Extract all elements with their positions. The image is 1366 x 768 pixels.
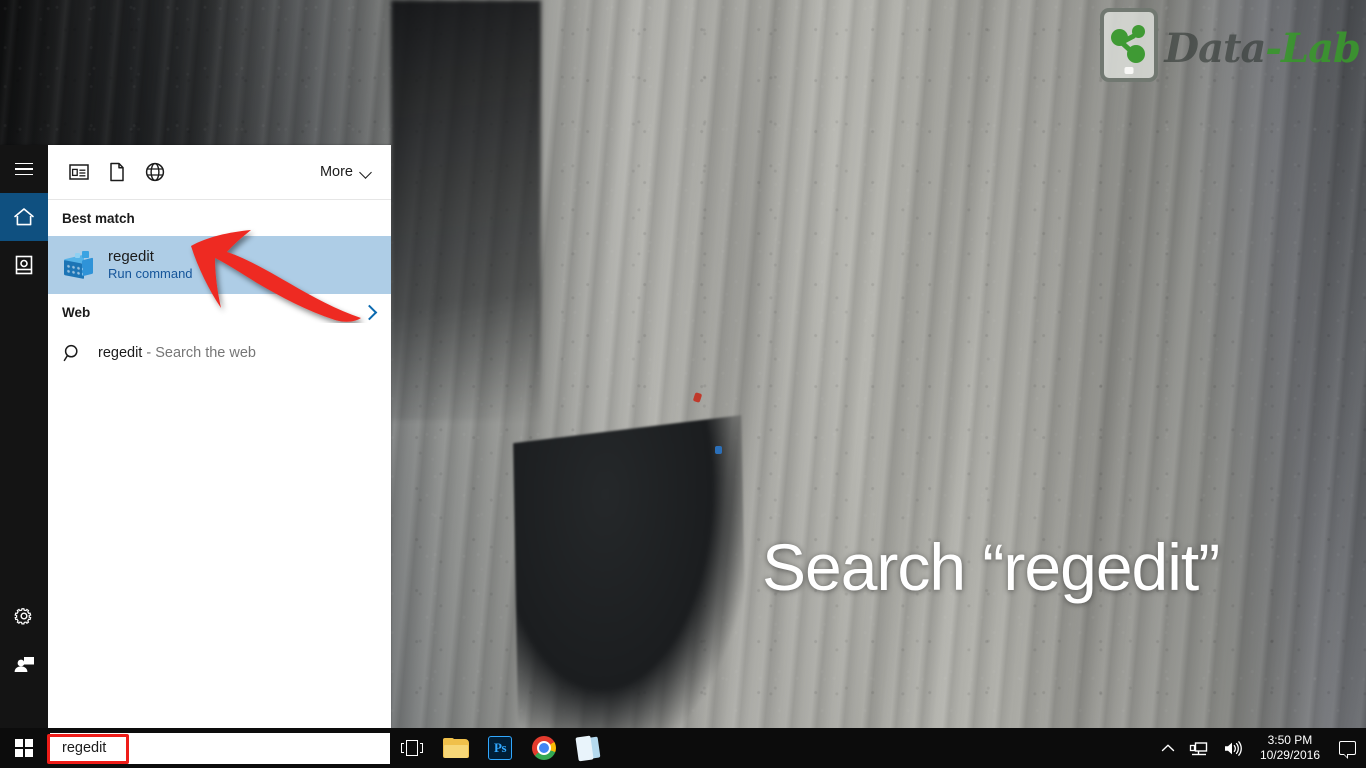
network-icon xyxy=(1189,741,1208,755)
taskbar: regedit Ps 3:50 PM 10/29/2016 xyxy=(0,728,1366,768)
task-view-icon xyxy=(401,740,423,756)
web-result-query: regedit xyxy=(98,345,143,361)
system-tray: 3:50 PM 10/29/2016 xyxy=(1154,728,1366,768)
tray-network-button[interactable] xyxy=(1182,728,1216,768)
search-results: More Best match regedit Run command Web xyxy=(48,145,391,728)
chrome-icon xyxy=(532,736,556,760)
more-label: More xyxy=(319,164,353,180)
wallpaper-dark-left xyxy=(391,0,541,420)
rail-item-feedback[interactable] xyxy=(0,640,48,688)
clock-date: 10/29/2016 xyxy=(1259,748,1320,762)
rail-item-home[interactable] xyxy=(0,193,48,241)
taskbar-task-view-button[interactable] xyxy=(390,728,434,768)
desktop-screen: Data-Lab More Best match regedit Run com… xyxy=(0,0,1366,768)
taskbar-chrome-button[interactable] xyxy=(522,728,566,768)
taskbar-search-value: regedit xyxy=(62,740,107,756)
taskbar-clock[interactable]: 3:50 PM 10/29/2016 xyxy=(1250,728,1330,768)
globe-icon xyxy=(145,162,165,182)
folder-icon xyxy=(443,737,469,759)
clock-time: 3:50 PM xyxy=(1267,733,1313,747)
home-icon xyxy=(14,208,34,226)
start-button[interactable] xyxy=(0,728,48,768)
chevron-down-icon xyxy=(360,168,373,176)
web-result-suffix: - Search the web xyxy=(142,345,256,361)
filter-web-button[interactable] xyxy=(136,153,174,191)
result-text-regedit: regedit Run command xyxy=(108,248,193,282)
climber-blue xyxy=(715,446,722,454)
filter-documents-button[interactable] xyxy=(98,153,136,191)
hamburger-icon xyxy=(15,162,33,176)
magnifier-icon xyxy=(62,342,84,364)
result-title: regedit xyxy=(108,247,154,265)
tray-show-hidden-button[interactable] xyxy=(1154,728,1182,768)
notebook-icon xyxy=(15,255,33,275)
rail-item-hamburger[interactable] xyxy=(0,145,48,193)
wallpaper-dark-slab xyxy=(513,415,747,755)
filter-apps-button[interactable] xyxy=(60,153,98,191)
search-rail xyxy=(0,145,48,728)
section-header-web[interactable]: Web xyxy=(48,294,391,330)
windows-logo-icon xyxy=(14,738,34,758)
section-header-best-match: Best match xyxy=(62,210,135,226)
chevron-right-icon[interactable] xyxy=(361,304,378,320)
more-button[interactable]: More xyxy=(318,160,375,184)
taskbar-file-explorer-button[interactable] xyxy=(434,728,478,768)
rail-item-settings[interactable] xyxy=(0,592,48,640)
gear-icon xyxy=(14,608,32,625)
search-filter-bar: More xyxy=(48,145,391,200)
action-center-button[interactable] xyxy=(1330,728,1364,768)
result-row-web-search[interactable]: regedit - Search the web xyxy=(48,330,391,376)
white-app-icon xyxy=(575,735,601,762)
taskbar-store-app-button[interactable] xyxy=(566,728,610,768)
web-result-text: regedit - Search the web xyxy=(98,345,256,361)
rail-item-notebook[interactable] xyxy=(0,241,48,289)
taskbar-photoshop-button[interactable]: Ps xyxy=(478,728,522,768)
ps-icon: Ps xyxy=(488,736,512,760)
tray-volume-button[interactable] xyxy=(1216,728,1250,768)
result-subtitle: Run command xyxy=(108,266,193,282)
result-row-regedit[interactable]: regedit Run command xyxy=(48,236,391,294)
annotation-callout-text: Search “regedit” xyxy=(762,530,1220,604)
document-page-icon xyxy=(110,162,124,182)
chevron-up-icon xyxy=(1161,744,1175,752)
search-panel: More Best match regedit Run command Web xyxy=(0,145,391,728)
taskbar-search-input[interactable]: regedit xyxy=(50,732,390,764)
feedback-person-icon xyxy=(14,657,34,672)
volume-icon xyxy=(1224,740,1242,756)
apps-window-icon xyxy=(69,164,89,180)
action-center-icon xyxy=(1338,741,1356,759)
regedit-blocks-icon xyxy=(62,249,94,281)
section-header-web-label: Web xyxy=(62,304,91,320)
